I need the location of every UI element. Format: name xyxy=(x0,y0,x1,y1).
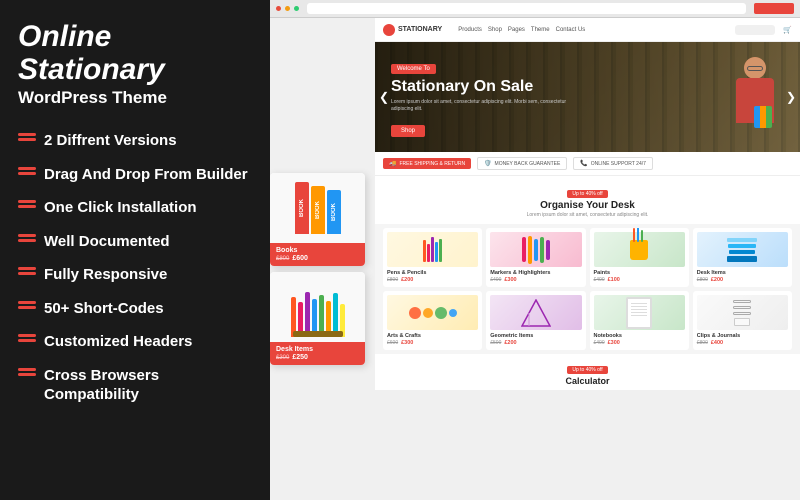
product-image xyxy=(387,295,478,330)
nav-link-pages[interactable]: Pages xyxy=(508,27,525,33)
hero-content: Welcome To Stationary On Sale Lorem ipsu… xyxy=(375,45,800,150)
right-panel: BOOK BOOK BOOK Books xyxy=(270,0,800,500)
browser-dot-yellow xyxy=(285,6,290,11)
site-logo: STATIONARY xyxy=(383,24,442,36)
product-image xyxy=(490,295,581,330)
support-icon: 📞 xyxy=(580,160,587,167)
nav-link-shop[interactable]: Shop xyxy=(488,27,502,33)
nav-search-bar[interactable] xyxy=(735,25,775,35)
product-image xyxy=(490,232,581,267)
nav-links: Products Shop Pages Theme Contact Us xyxy=(458,27,585,33)
list-item: One Click Installation xyxy=(18,191,252,225)
features-bar: 🚚 FREE SHIPPING & RETURN 🛡️ MONEY BACK G… xyxy=(375,152,800,176)
nav-link-products[interactable]: Products xyxy=(458,27,482,33)
hero-section: ❮ Welcome To Stationary On Sale Lorem ip… xyxy=(375,42,800,152)
product-card[interactable]: Notebooks £400 £300 xyxy=(590,291,689,350)
dash-icon xyxy=(18,133,36,141)
product-card[interactable]: Pens & Pencils £800 £200 xyxy=(383,228,482,287)
nav-link-theme[interactable]: Theme xyxy=(531,27,550,33)
desk-card-label: Desk Items £300 £250 xyxy=(270,342,365,365)
dash-icon xyxy=(18,200,36,208)
calculator-section: Up to 40% off Calculator xyxy=(375,354,800,390)
feat-support: 📞 ONLINE SUPPORT 24/7 xyxy=(573,157,653,170)
product-grid: Pens & Pencils £800 £200 xyxy=(375,224,800,354)
floating-card-desk: Desk Items £300 £250 xyxy=(270,272,365,365)
money-back-icon: 🛡️ xyxy=(484,160,491,167)
books-card-image: BOOK BOOK BOOK xyxy=(270,173,365,243)
site-main-content: STATIONARY Products Shop Pages Theme Con… xyxy=(375,18,800,500)
hero-next-arrow[interactable]: ❯ xyxy=(786,90,796,104)
browser-url-bar[interactable] xyxy=(307,3,746,14)
browser-bar xyxy=(270,0,800,18)
list-item: Drag And Drop From Builder xyxy=(18,158,252,192)
desk-card-image xyxy=(270,272,365,342)
product-image xyxy=(387,232,478,267)
floating-cards-overlay: BOOK BOOK BOOK Books xyxy=(270,18,375,500)
feature-list: 2 Diffrent Versions Drag And Drop From B… xyxy=(18,124,252,412)
hero-shop-button[interactable]: Shop xyxy=(391,125,425,137)
floating-card-books: BOOK BOOK BOOK Books xyxy=(270,173,365,266)
shipping-icon: 🚚 xyxy=(389,160,396,167)
floating-cards: BOOK BOOK BOOK Books xyxy=(270,173,365,365)
product-image xyxy=(697,295,788,330)
logo-dot xyxy=(383,24,395,36)
dash-icon xyxy=(18,234,36,242)
dash-icon xyxy=(18,301,36,309)
dash-icon xyxy=(18,334,36,342)
feat-shipping: 🚚 FREE SHIPPING & RETURN xyxy=(383,158,471,169)
hero-prev-arrow[interactable]: ❮ xyxy=(379,90,389,104)
list-item: Customized Headers xyxy=(18,325,252,359)
quick-preview-button[interactable] xyxy=(754,3,794,14)
product-card[interactable]: Geometric Items £500 £200 xyxy=(486,291,585,350)
list-item: Fully Responsive xyxy=(18,258,252,292)
dash-icon xyxy=(18,167,36,175)
organise-section: Up to 40% off Organise Your Desk Lorem i… xyxy=(375,176,800,224)
product-image xyxy=(697,232,788,267)
product-card[interactable]: Desk Items £800 £200 xyxy=(693,228,792,287)
product-image xyxy=(594,295,685,330)
product-card[interactable]: Paints £400 £100 xyxy=(590,228,689,287)
list-item: 2 Diffrent Versions xyxy=(18,124,252,158)
main-title: Online Stationary WordPress Theme xyxy=(18,20,252,124)
product-card[interactable]: Arts & Crafts £600 £300 xyxy=(383,291,482,350)
browser-dot-green xyxy=(294,6,299,11)
list-item: Cross Browsers Compatibility xyxy=(18,359,252,412)
list-item: 50+ Short-Codes xyxy=(18,292,252,326)
browser-frame: BOOK BOOK BOOK Books xyxy=(270,0,800,500)
browser-dot-red xyxy=(276,6,281,11)
left-panel: Online Stationary WordPress Theme 2 Diff… xyxy=(0,0,270,500)
product-card[interactable]: Markers & Highlighters £400 £300 xyxy=(486,228,585,287)
feat-money-back: 🛡️ MONEY BACK GUARANTEE xyxy=(477,157,567,170)
dash-icon xyxy=(18,368,36,376)
product-card[interactable]: Clips & Journals £800 £400 xyxy=(693,291,792,350)
nav-cart-icon[interactable]: 🛒 xyxy=(783,26,792,34)
site-navigation: STATIONARY Products Shop Pages Theme Con… xyxy=(375,18,800,42)
site-preview: BOOK BOOK BOOK Books xyxy=(270,18,800,500)
books-card-label: Books £800 £600 xyxy=(270,243,365,266)
list-item: Well Documented xyxy=(18,225,252,259)
nav-link-contact[interactable]: Contact Us xyxy=(556,27,586,33)
dash-icon xyxy=(18,267,36,275)
product-image xyxy=(594,232,685,267)
